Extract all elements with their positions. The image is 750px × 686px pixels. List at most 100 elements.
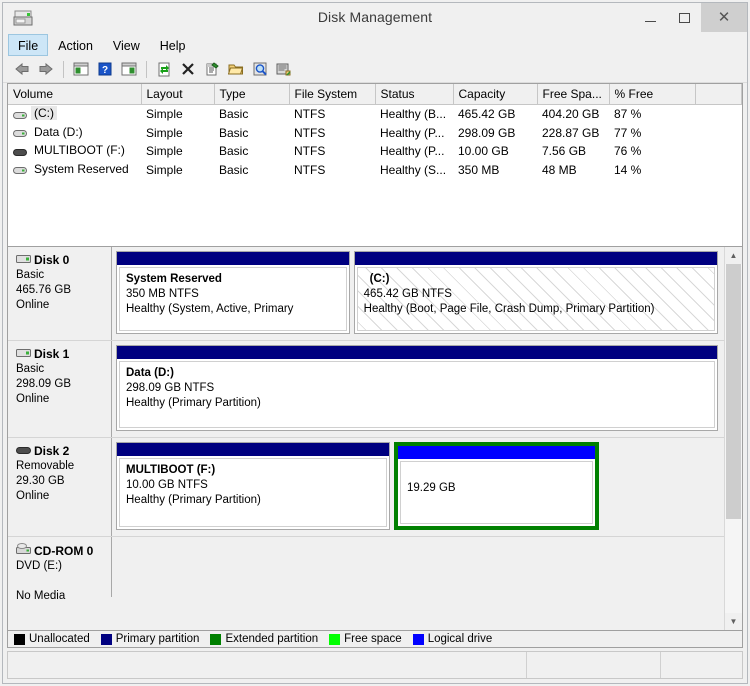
- volume-list-pane[interactable]: Volume Layout Type File System Status Ca…: [7, 83, 743, 246]
- delete-icon[interactable]: [177, 58, 199, 80]
- disk-0-partitions: System Reserved 350 MB NTFS Healthy (Sys…: [112, 247, 724, 340]
- cell-blank: [695, 142, 742, 161]
- refresh-icon[interactable]: [153, 58, 175, 80]
- cdrom-icon: [16, 543, 31, 559]
- show-hide-console-tree-icon[interactable]: [70, 58, 92, 80]
- legend-item-primary-partition: Primary partition: [100, 633, 200, 645]
- column-header-capacity[interactable]: Capacity: [453, 84, 538, 105]
- disk-name: Disk 0: [34, 253, 70, 267]
- status-cell-1: [8, 652, 527, 678]
- disk-icon: [16, 347, 31, 362]
- disk-name: CD-ROM 0: [34, 543, 94, 558]
- menu-action[interactable]: Action: [48, 34, 103, 56]
- partition-size: 350 MB NTFS: [126, 288, 199, 300]
- back-icon[interactable]: [11, 58, 33, 80]
- cell-status: Healthy (B...: [380, 107, 447, 122]
- menu-view[interactable]: View: [103, 34, 150, 56]
- rescan-disks-icon[interactable]: [273, 58, 295, 80]
- legend-swatch-free-space: [329, 633, 341, 645]
- legend-swatch-logical-drive: [412, 633, 424, 645]
- toolbar-separator: [146, 60, 147, 78]
- volume-icon: [13, 109, 27, 119]
- disk-header-cdrom-0[interactable]: CD-ROM 0 DVD (E:) No Media: [8, 537, 112, 602]
- legend-label-free-space: Free space: [344, 633, 402, 645]
- disk-size: 29.30 GB: [16, 475, 65, 487]
- partition-details: (C:) 465.42 GB NTFS Healthy (Boot, Page …: [356, 267, 715, 331]
- disk-row-disk-0[interactable]: Disk 0 Basic 465.76 GB Online System Res…: [8, 247, 724, 341]
- toolbar: ?: [3, 56, 747, 83]
- column-header-status[interactable]: Status: [375, 84, 454, 105]
- column-header-free-space[interactable]: Free Spa...: [537, 84, 610, 105]
- partition-unallocated-selected[interactable]: 19.29 GB: [394, 442, 599, 530]
- cell-file-system: NTFS: [294, 162, 326, 177]
- properties-icon[interactable]: [201, 58, 223, 80]
- disk-header-disk-1[interactable]: Disk 1 Basic 298.09 GB Online: [8, 341, 112, 437]
- menu-help[interactable]: Help: [150, 34, 196, 56]
- disk-row-disk-2[interactable]: Disk 2 Removable 29.30 GB Online MULTIBO…: [8, 438, 724, 537]
- column-header-file-system[interactable]: File System: [289, 84, 376, 105]
- disk-1-partitions: Data (D:) 298.09 GB NTFS Healthy (Primar…: [112, 341, 724, 437]
- column-header-blank[interactable]: [695, 84, 742, 105]
- forward-icon[interactable]: [35, 58, 57, 80]
- legend-item-free-space: Free space: [329, 633, 402, 645]
- table-row[interactable]: (C:) Simple Basic NTFS Healthy (B... 465…: [8, 105, 742, 124]
- column-header-layout[interactable]: Layout: [141, 84, 215, 105]
- partition-status: Healthy (Boot, Page File, Crash Dump, Pr…: [363, 303, 655, 315]
- table-row[interactable]: Data (D:) Simple Basic NTFS Healthy (P..…: [8, 124, 742, 143]
- toolbar-separator: [63, 60, 64, 78]
- cell-type: Basic: [219, 162, 249, 177]
- partition-system-reserved[interactable]: System Reserved 350 MB NTFS Healthy (Sys…: [116, 251, 350, 334]
- removable-disk-icon: [16, 444, 31, 459]
- scrollbar-thumb[interactable]: [726, 264, 741, 519]
- cell-type: Basic: [219, 125, 249, 140]
- cell-free-space: 404.20 GB: [542, 107, 600, 122]
- cell-volume: (C:): [8, 105, 141, 124]
- scroll-down-arrow-icon[interactable]: ▼: [725, 613, 742, 630]
- scrollbar-track[interactable]: [725, 264, 742, 613]
- table-row[interactable]: System Reserved Simple Basic NTFS Health…: [8, 161, 742, 180]
- column-header-volume[interactable]: Volume: [8, 84, 142, 105]
- legend-label-unallocated: Unallocated: [29, 633, 90, 645]
- show-hide-action-pane-icon[interactable]: [118, 58, 140, 80]
- disk-name: Disk 2: [34, 444, 70, 458]
- disk-row-disk-1[interactable]: Disk 1 Basic 298.09 GB Online Data (D:) …: [8, 341, 724, 438]
- cell-free-space: 7.56 GB: [542, 144, 587, 159]
- cell-blank: [695, 161, 742, 180]
- minimize-button[interactable]: [633, 3, 667, 32]
- disk-2-partitions: MULTIBOOT (F:) 10.00 GB NTFS Healthy (Pr…: [112, 438, 724, 536]
- column-header-percent-free[interactable]: % Free: [609, 84, 696, 105]
- partition-multiboot-f[interactable]: MULTIBOOT (F:) 10.00 GB NTFS Healthy (Pr…: [116, 442, 391, 530]
- partition-color-bar: [117, 346, 717, 359]
- window-controls: ✕: [633, 3, 747, 32]
- explore-search-icon[interactable]: [249, 58, 271, 80]
- graphical-view-scrollbar[interactable]: ▲ ▼: [724, 247, 742, 630]
- partition-color-bar: [117, 443, 390, 456]
- client-area: Volume Layout Type File System Status Ca…: [7, 83, 743, 648]
- cell-capacity: 10.00 GB: [458, 144, 509, 159]
- help-icon[interactable]: ?: [94, 58, 116, 80]
- column-header-type[interactable]: Type: [214, 84, 290, 105]
- legend-swatch-unallocated: [14, 633, 25, 645]
- menu-file[interactable]: File: [8, 34, 49, 56]
- cell-layout: Simple: [146, 125, 183, 140]
- table-row[interactable]: MULTIBOOT (F:) Simple Basic NTFS Healthy…: [8, 142, 742, 161]
- cell-volume: MULTIBOOT (F:): [8, 142, 141, 161]
- disk-header-disk-2[interactable]: Disk 2 Removable 29.30 GB Online: [8, 438, 112, 536]
- disk-row-cdrom-0[interactable]: CD-ROM 0 DVD (E:) No Media: [8, 537, 724, 602]
- legend-label-primary-partition: Primary partition: [115, 633, 200, 645]
- disk-header-disk-0[interactable]: Disk 0 Basic 465.76 GB Online: [8, 247, 112, 340]
- open-folder-icon[interactable]: [225, 58, 247, 80]
- scroll-up-arrow-icon[interactable]: ▲: [725, 247, 742, 264]
- partition-name: Data (D:): [126, 367, 174, 379]
- partition-details: System Reserved 350 MB NTFS Healthy (Sys…: [119, 267, 347, 331]
- maximize-button[interactable]: [667, 3, 701, 32]
- disk-type: Basic: [16, 363, 45, 375]
- cell-volume-label: (C:): [31, 106, 57, 120]
- partition-c[interactable]: (C:) 465.42 GB NTFS Healthy (Boot, Page …: [353, 251, 718, 334]
- legend-bar: Unallocated Primary partition Extended p…: [7, 631, 743, 648]
- close-button[interactable]: ✕: [701, 3, 747, 32]
- partition-size: 298.09 GB NTFS: [126, 382, 215, 394]
- cell-volume-label: MULTIBOOT (F:): [34, 143, 125, 157]
- partition-data-d[interactable]: Data (D:) 298.09 GB NTFS Healthy (Primar…: [116, 345, 718, 431]
- disk-icon: [16, 253, 31, 268]
